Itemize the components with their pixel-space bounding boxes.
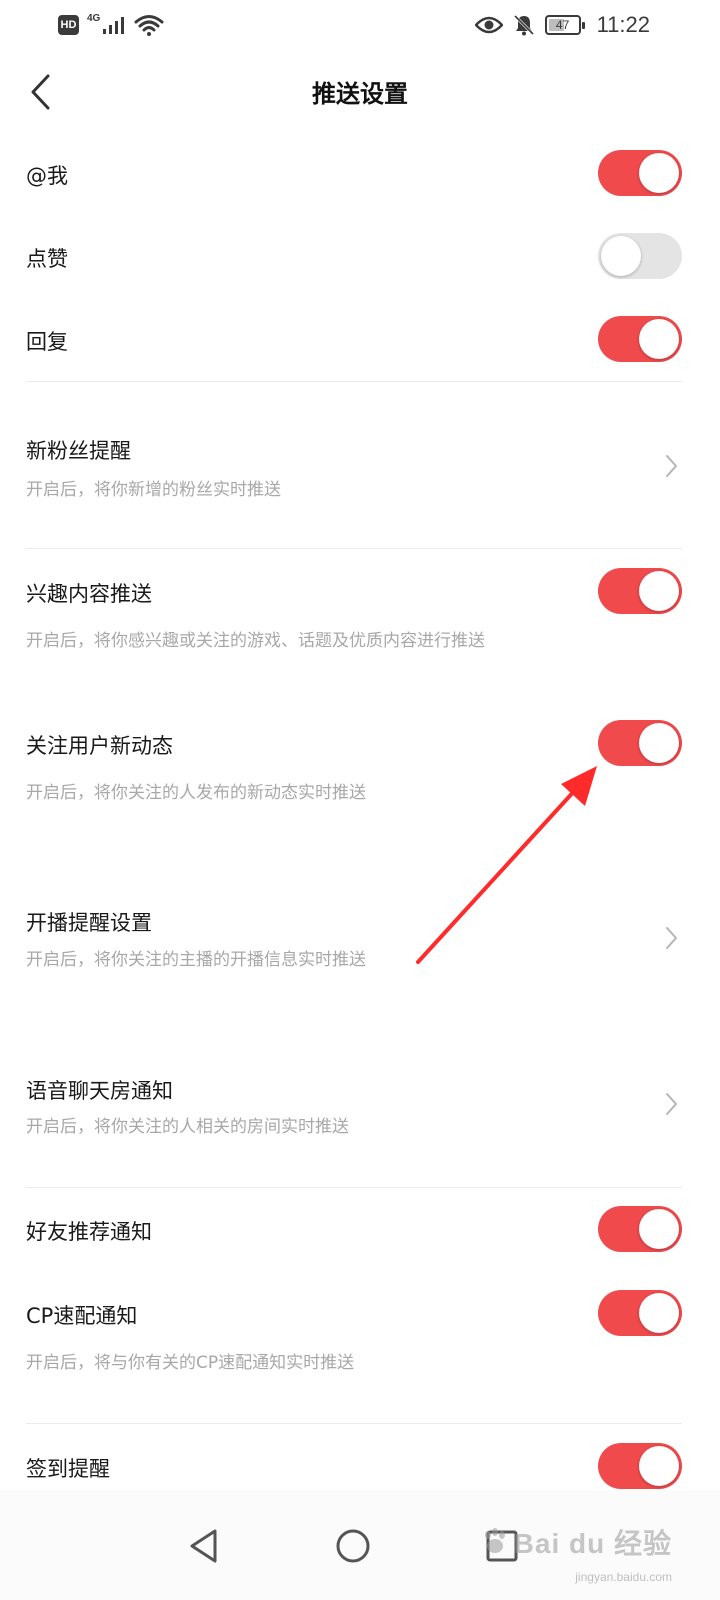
toggle-knob [639,1293,679,1333]
setting-title: 回复 [26,330,68,354]
setting-title: 开播提醒设置 [26,911,152,935]
setting-row-voice-room[interactable]: 语音聊天房通知 开启后，将你关注的人相关的房间实时推送 [0,1070,720,1150]
toggle-knob [639,571,679,611]
setting-row-likes: 点赞 [0,233,720,283]
interest-content-toggle[interactable] [598,568,682,614]
status-time: 11:22 [596,12,650,37]
divider [26,548,682,549]
setting-description: 开启后，将你关注的人发布的新动态实时推送 [26,783,366,803]
status-bar: HD 4G 47 11:22 [0,0,720,52]
circle-home-icon [336,1529,370,1563]
setting-title: 语音聊天房通知 [26,1079,173,1103]
setting-title: 好友推荐通知 [26,1220,152,1244]
hd-badge: HD [58,15,79,35]
status-left: HD 4G [58,12,164,36]
battery-level: 47 [555,18,570,32]
watermark-brand: Bai du 经验 [513,1528,672,1559]
setting-row-checkin-reminder: 签到提醒 [0,1443,720,1493]
toggle-knob [639,723,679,763]
setting-description: 开启后，将你关注的主播的开播信息实时推送 [26,950,366,970]
header: 推送设置 [0,52,720,132]
divider [26,381,682,382]
paw-logo-icon [484,1528,505,1553]
chevron-right-icon [666,1093,677,1115]
mentions-toggle[interactable] [598,150,682,196]
friend-recommend-toggle[interactable] [598,1206,682,1252]
chevron-right-icon [666,455,677,477]
followed-updates-toggle[interactable] [598,720,682,766]
setting-row-new-followers[interactable]: 新粉丝提醒 开启后，将你新增的粉丝实时推送 [0,430,720,510]
network-type-label: 4G [87,12,101,24]
setting-title: @我 [26,164,68,188]
toggle-knob [639,1209,679,1249]
cellular-signal-icon [103,17,125,34]
toggle-knob [639,319,679,359]
setting-title: 点赞 [26,247,68,271]
toggle-knob [601,236,641,276]
setting-description: 开启后，将你关注的人相关的房间实时推送 [26,1117,349,1137]
checkin-reminder-toggle[interactable] [598,1443,682,1489]
setting-row-replies: 回复 [0,316,720,366]
setting-row-followed-updates: 关注用户新动态 开启后，将你关注的人发布的新动态实时推送 [0,720,720,805]
likes-toggle[interactable] [598,233,682,279]
divider [26,1423,682,1424]
setting-title: 兴趣内容推送 [26,582,152,606]
setting-row-live-reminder[interactable]: 开播提醒设置 开启后，将你关注的主播的开播信息实时推送 [0,902,720,982]
setting-title: CP速配通知 [26,1304,138,1328]
nav-back-button[interactable] [176,1518,232,1574]
baidu-watermark: Bai du 经验 [480,1522,672,1562]
status-right: 47 11:22 [474,12,650,38]
nav-home-button[interactable] [325,1518,381,1574]
triangle-back-icon [190,1529,217,1563]
mute-bell-icon [513,14,534,36]
toggle-knob [639,1446,679,1486]
battery-indicator: 47 [544,15,585,35]
setting-row-interest-content: 兴趣内容推送 开启后，将你感兴趣或关注的游戏、话题及优质内容进行推送 [0,568,720,653]
setting-row-friend-recommend: 好友推荐通知 [0,1206,720,1256]
setting-row-mentions: @我 [0,150,720,200]
watermark-url: jingyan.baidu.com [575,1570,672,1584]
divider [26,1187,682,1188]
setting-row-cp-match: CP速配通知 开启后，将与你有关的CP速配通知实时推送 [0,1290,720,1375]
eye-icon [474,16,503,34]
toggle-knob [639,153,679,193]
page-title: 推送设置 [312,80,408,108]
chevron-right-icon [666,927,677,949]
setting-title: 关注用户新动态 [26,734,173,758]
replies-toggle[interactable] [598,316,682,362]
setting-description: 开启后，将你感兴趣或关注的游戏、话题及优质内容进行推送 [26,631,485,651]
setting-title: 签到提醒 [26,1457,110,1481]
cp-match-toggle[interactable] [598,1290,682,1336]
wifi-icon [134,15,164,36]
setting-title: 新粉丝提醒 [26,439,131,463]
setting-description: 开启后，将你新增的粉丝实时推送 [26,480,281,500]
setting-description: 开启后，将与你有关的CP速配通知实时推送 [26,1353,355,1373]
